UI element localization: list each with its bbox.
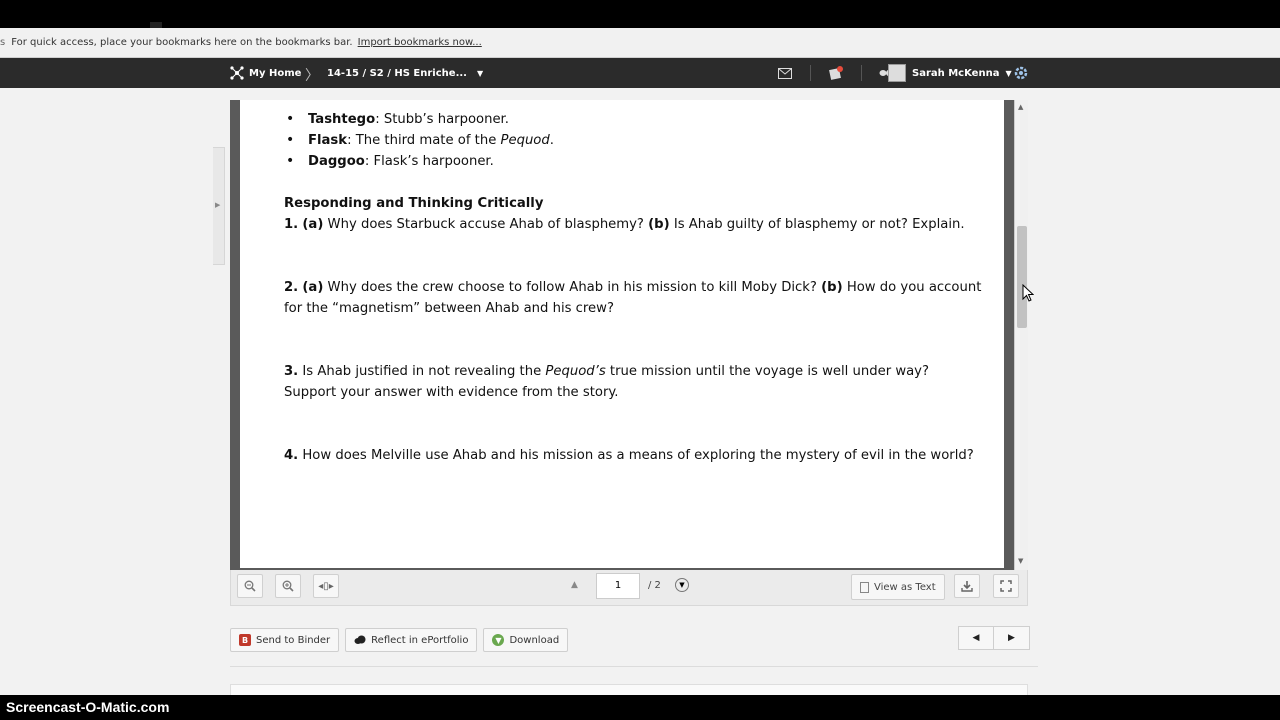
course-breadcrumb-dropdown[interactable]: 14-15 / S2 / HS Enriche... ▼ [327,58,483,88]
bookmarks-bar-message: For quick access, place your bookmarks h… [11,37,353,48]
caret-down-icon: ▼ [476,68,484,78]
view-as-text-button[interactable]: View as Text [851,574,945,600]
zoom-out-button[interactable] [237,574,263,598]
question-number: 2. [284,280,299,295]
caret-right-icon: ▶ [215,201,221,209]
question-part-a: (a) [302,217,324,232]
download-file-button[interactable] [954,574,980,598]
zoom-in-button[interactable] [275,574,301,598]
character-desc: : Stubb’s harpooner. [375,112,509,127]
caret-down-icon: ▼ [1005,68,1012,78]
ship-name: Pequod [500,133,550,148]
fullscreen-icon [1000,580,1012,592]
question-text: Why does Starbuck accuse Ahab of blasphe… [323,217,649,232]
page-number-input[interactable]: 1 [596,573,640,599]
fullscreen-button[interactable] [993,574,1019,598]
character-desc: : Flask’s harpooner. [364,154,494,169]
question-text: Why does the crew choose to follow Ahab … [323,280,822,295]
screencast-watermark: Screencast-O-Matic.com [0,695,1280,720]
section-divider [230,666,1038,667]
fit-width-button[interactable]: ◂▯▸ [313,574,339,598]
document-page: Tashtego: Stubb’s harpooner. Flask: The … [240,100,1004,568]
fit-width-icon: ◂▯▸ [318,580,334,592]
scrollbar-thumb[interactable] [1017,226,1027,328]
character-list: Tashtego: Stubb’s harpooner. Flask: The … [284,100,984,172]
question-text: How does Melville use Ahab and his missi… [298,448,974,463]
nav-divider [861,65,862,81]
watermark-text: Screencast-O-Matic.com [6,699,170,715]
next-page-arrow-icon[interactable]: ▼ [675,578,689,592]
my-home-link[interactable]: My Home [230,58,301,88]
ship-name: Pequod’s [545,364,606,379]
document-actions: B Send to Binder Reflect in ePortfolio ▼… [230,628,574,652]
question-number: 4. [284,448,299,463]
question-part-b: (b) [648,217,670,232]
document-icon [860,581,869,593]
send-to-binder-button[interactable]: B Send to Binder [230,628,340,652]
view-as-text-label: View as Text [874,581,936,593]
settings-gear-icon[interactable] [1013,65,1029,81]
document-scrollbar[interactable]: ▲ ▼ [1014,100,1028,570]
question-part-a: (a) [302,280,324,295]
triangle-right-icon: ▶ [1008,633,1015,643]
question-4: 4. How does Melville use Ahab and his mi… [284,445,984,466]
avatar [888,64,906,82]
previous-page-arrow-icon[interactable]: ▲ [571,580,578,590]
binder-icon: B [239,634,251,646]
list-item: Flask: The third mate of the Pequod. [284,130,984,151]
character-name: Flask [308,133,348,148]
reflect-label: Reflect in ePortfolio [371,634,469,646]
import-bookmarks-link[interactable]: Import bookmarks now... [358,37,482,48]
question-text: Is Ahab justified in not revealing the [298,364,546,379]
character-name: Daggoo [308,154,365,169]
question-1: 1. (a) Why does Starbuck accuse Ahab of … [284,214,984,235]
zoom-out-icon [244,580,256,592]
question-number: 3. [284,364,299,379]
character-desc: : The third mate of the [347,133,501,148]
character-name: Tashtego [308,112,376,127]
question-2: 2. (a) Why does the crew choose to follo… [284,277,984,319]
nav-divider [810,65,811,81]
notifications-icon[interactable] [827,66,845,80]
messages-icon[interactable] [776,66,794,80]
download-label: Download [509,634,560,646]
question-number: 1. [284,217,299,232]
send-to-binder-label: Send to Binder [256,634,331,646]
viewer-toolbar: ◂▯▸ ▲ 1 / 2 ▼ View as Text [230,570,1028,606]
page-total: / 2 [648,580,661,591]
question-part-b: (b) [821,280,843,295]
home-hub-icon [230,66,244,80]
chevron-right-icon: 〉 [305,68,319,84]
app-nav-bar: My Home 〉 14-15 / S2 / HS Enriche... ▼ S… [0,58,1280,88]
download-circle-icon: ▼ [492,634,505,646]
mouse-cursor-icon [1022,284,1034,302]
item-pager: ◀ ▶ [958,626,1030,650]
scroll-up-arrow-icon[interactable]: ▲ [1018,103,1023,111]
download-icon [961,581,973,592]
section-heading: Responding and Thinking Critically [284,196,544,211]
course-breadcrumb-label: 14-15 / S2 / HS Enriche... [327,67,467,79]
user-menu[interactable]: Sarah McKenna ▼ [888,58,1012,88]
next-item-button[interactable]: ▶ [994,626,1030,650]
reflect-in-eportfolio-button[interactable]: Reflect in ePortfolio [345,628,478,652]
bookmarks-bar: s For quick access, place your bookmarks… [0,28,1280,58]
question-3: 3. Is Ahab justified in not revealing th… [284,361,984,403]
list-item: Tashtego: Stubb’s harpooner. [284,109,984,130]
bookmarks-bar-edge-text: s [0,37,6,48]
list-item: Daggoo: Flask’s harpooner. [284,151,984,172]
scroll-down-arrow-icon[interactable]: ▼ [1018,557,1023,565]
side-panel-toggle[interactable]: ▶ [213,147,225,265]
my-home-label: My Home [249,67,302,79]
question-text: Is Ahab guilty of blasphemy or not? Expl… [669,217,965,232]
character-desc-end: . [549,133,554,148]
cloud-icon [354,634,366,646]
user-name: Sarah McKenna [912,67,1000,79]
previous-item-button[interactable]: ◀ [958,626,994,650]
triangle-left-icon: ◀ [972,633,980,643]
zoom-in-icon [282,580,294,592]
download-button[interactable]: ▼ Download [483,628,569,652]
document-viewer: Tashtego: Stubb’s harpooner. Flask: The … [230,100,1028,570]
window-top-strip [0,0,1280,28]
document-content: Tashtego: Stubb’s harpooner. Flask: The … [284,100,984,508]
